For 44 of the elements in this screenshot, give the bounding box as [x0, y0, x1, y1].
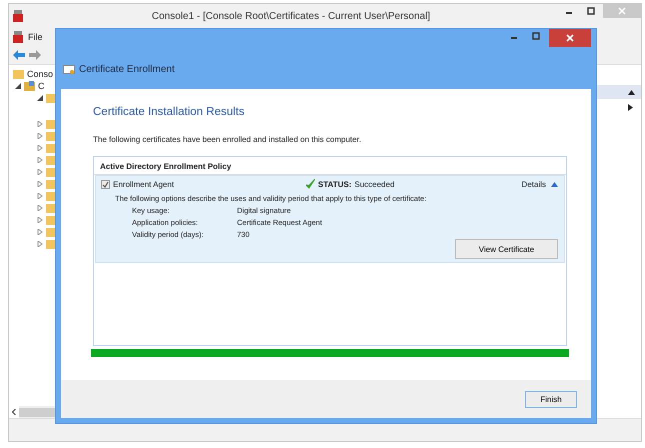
collapse-caret-icon[interactable]: [551, 182, 558, 186]
tree-item[interactable]: C: [38, 81, 44, 91]
close-button[interactable]: [549, 29, 591, 47]
folder-icon: [13, 70, 24, 78]
certificate-icon: [63, 65, 75, 75]
collapsed-arrow-icon[interactable]: [37, 217, 43, 223]
collapsed-arrow-icon[interactable]: [37, 169, 43, 175]
maximize-icon: [587, 7, 595, 15]
toolbox-icon: [13, 31, 23, 43]
certificate-folder-icon: [24, 81, 35, 91]
checkbox[interactable]: [101, 180, 110, 188]
forward-arrow-icon[interactable]: [29, 50, 41, 60]
collapsed-arrow-icon[interactable]: [37, 121, 43, 127]
tree-item[interactable]: Conso: [27, 69, 54, 79]
certificate-name: Enrollment Agent: [113, 180, 175, 188]
finish-button[interactable]: Finish: [525, 390, 577, 408]
menu-item[interactable]: File: [28, 32, 43, 42]
intro-text: The following certificates have been enrolled and installed on this computer.: [93, 135, 362, 144]
collapse-arrow-icon[interactable]: [628, 90, 635, 94]
collapsed-arrow-icon[interactable]: [37, 229, 43, 235]
collapsed-arrow-icon[interactable]: [37, 205, 43, 211]
page-heading: Certificate Installation Results: [93, 106, 246, 118]
status-label: STATUS:: [318, 180, 352, 188]
dialog-title: Certificate Enrollment: [79, 64, 175, 75]
window-title: Console1 - [Console Root\Certificates - Current User\Personal]: [150, 10, 432, 22]
collapsed-arrow-icon[interactable]: [37, 133, 43, 139]
toolbox-icon: [13, 10, 23, 22]
close-icon: [618, 7, 626, 15]
expanded-arrow-icon[interactable]: [37, 95, 43, 101]
collapsed-arrow-icon[interactable]: [37, 193, 43, 199]
back-arrow-icon[interactable]: [13, 50, 25, 60]
details-link[interactable]: Details: [522, 180, 546, 188]
expand-arrow-icon[interactable]: [628, 104, 633, 111]
collapsed-arrow-icon[interactable]: [37, 241, 43, 247]
certificate-row[interactable]: [95, 175, 565, 263]
expanded-arrow-icon[interactable]: [15, 83, 21, 89]
view-certificate-button[interactable]: View Certificate: [455, 239, 558, 259]
collapsed-arrow-icon[interactable]: [37, 181, 43, 187]
close-icon: [566, 34, 574, 42]
check-icon: [306, 179, 315, 189]
collapsed-arrow-icon[interactable]: [37, 157, 43, 163]
maximize-icon: [532, 32, 540, 40]
collapsed-arrow-icon[interactable]: [37, 145, 43, 151]
status-value: Succeeded: [354, 180, 395, 188]
